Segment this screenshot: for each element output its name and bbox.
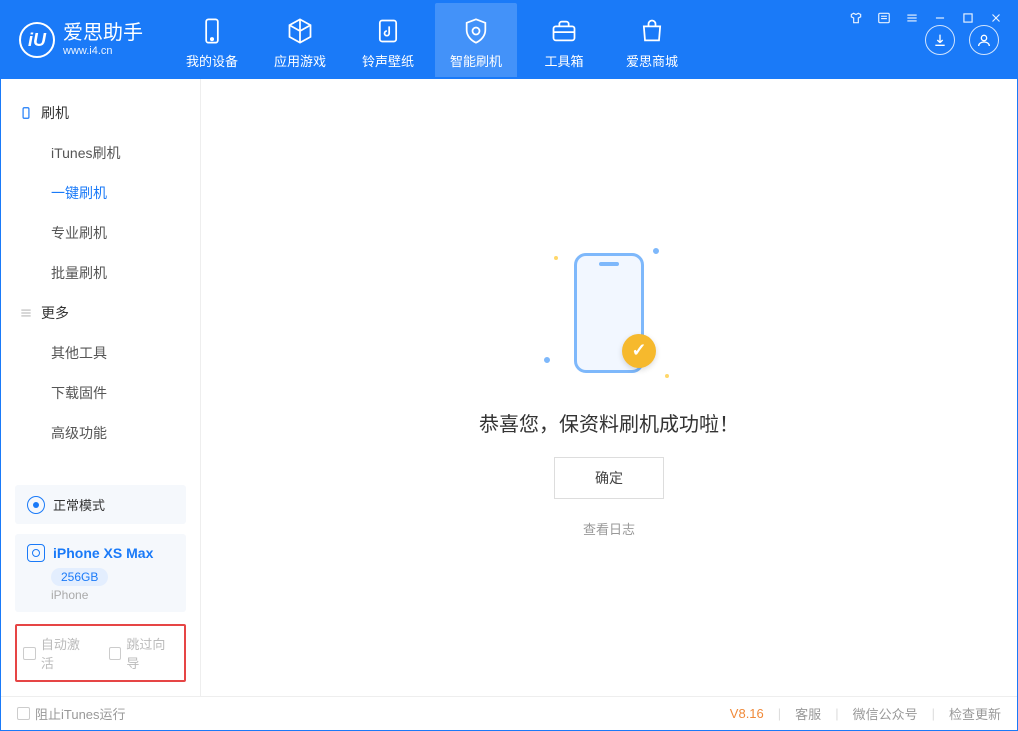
- customer-service-link[interactable]: 客服: [795, 704, 821, 723]
- success-illustration: ✓: [534, 238, 684, 388]
- maximize-icon[interactable]: [961, 11, 975, 28]
- view-log-link[interactable]: 查看日志: [583, 519, 635, 538]
- nav-label: 爱思商城: [626, 51, 678, 70]
- sidebar-item-oneclick-flash[interactable]: 一键刷机: [1, 173, 200, 213]
- device-icon: [19, 106, 33, 120]
- list-icon[interactable]: [877, 11, 891, 28]
- checkbox-label: 阻止iTunes运行: [35, 704, 126, 723]
- highlighted-options: 自动激活 跳过向导: [15, 624, 186, 682]
- brand: iU 爱思助手 www.i4.cn: [19, 22, 143, 58]
- check-badge-icon: ✓: [622, 334, 656, 368]
- checkbox-icon: [23, 647, 36, 660]
- device-type: iPhone: [51, 588, 174, 602]
- brand-title: 爱思助手: [63, 22, 143, 45]
- sparkle-icon: [554, 256, 558, 260]
- checkbox-skip-guide[interactable]: 跳过向导: [109, 634, 179, 672]
- nav-label: 工具箱: [544, 51, 583, 70]
- checkbox-icon: [17, 707, 30, 720]
- mode-label: 正常模式: [53, 495, 105, 514]
- sparkle-icon: [665, 374, 669, 378]
- phone-icon: [198, 17, 226, 45]
- nav-ringtones[interactable]: 铃声壁纸: [347, 3, 429, 77]
- bag-icon: [638, 17, 666, 45]
- sidebar-item-itunes-flash[interactable]: iTunes刷机: [1, 133, 200, 173]
- check-update-link[interactable]: 检查更新: [949, 704, 1001, 723]
- sidebar-item-batch-flash[interactable]: 批量刷机: [1, 253, 200, 293]
- brand-logo-icon: iU: [19, 22, 55, 58]
- mode-card[interactable]: 正常模式: [15, 485, 186, 524]
- music-file-icon: [374, 17, 402, 45]
- sparkle-icon: [543, 355, 551, 363]
- sidebar-section-flash: 刷机: [1, 93, 200, 133]
- version-label: V8.16: [730, 706, 764, 721]
- statusbar: 阻止iTunes运行 V8.16 | 客服 | 微信公众号 | 检查更新: [1, 696, 1017, 730]
- close-icon[interactable]: [989, 11, 1003, 28]
- sidebar-item-other-tools[interactable]: 其他工具: [1, 333, 200, 373]
- section-label: 更多: [41, 303, 69, 323]
- brand-subtitle: www.i4.cn: [63, 45, 143, 58]
- checkbox-auto-activate[interactable]: 自动激活: [23, 634, 93, 672]
- section-label: 刷机: [41, 103, 69, 123]
- menu-icon[interactable]: [905, 11, 919, 28]
- nav-label: 应用游戏: [274, 51, 326, 70]
- more-icon: [19, 306, 33, 320]
- nav-my-device[interactable]: 我的设备: [171, 3, 253, 77]
- sparkle-icon: [652, 246, 660, 254]
- nav-smart-flash[interactable]: 智能刷机: [435, 3, 517, 77]
- user-icon: [976, 32, 992, 48]
- device-icon: [27, 544, 45, 562]
- refresh-shield-icon: [462, 17, 490, 45]
- nav-label: 铃声壁纸: [362, 51, 414, 70]
- sidebar: 刷机 iTunes刷机 一键刷机 专业刷机 批量刷机 更多 其他工具 下载固件 …: [1, 79, 201, 696]
- nav-store[interactable]: 爱思商城: [611, 3, 693, 77]
- window-controls: [849, 11, 1003, 28]
- shirt-icon[interactable]: [849, 11, 863, 28]
- toolbox-icon: [550, 17, 578, 45]
- nav-label: 智能刷机: [450, 51, 502, 70]
- storage-badge: 256GB: [51, 568, 108, 586]
- checkbox-icon: [109, 647, 122, 660]
- header-right: [925, 25, 999, 55]
- success-message: 恭喜您，保资料刷机成功啦！: [479, 408, 739, 437]
- app-window: iU 爱思助手 www.i4.cn 我的设备 应用游戏 铃声壁纸 智能刷机: [0, 0, 1018, 731]
- sidebar-item-pro-flash[interactable]: 专业刷机: [1, 213, 200, 253]
- main-nav: 我的设备 应用游戏 铃声壁纸 智能刷机 工具箱 爱思商城: [171, 3, 693, 77]
- download-button[interactable]: [925, 25, 955, 55]
- sidebar-item-advanced[interactable]: 高级功能: [1, 413, 200, 453]
- sidebar-section-more: 更多: [1, 293, 200, 333]
- nav-label: 我的设备: [186, 51, 238, 70]
- download-icon: [932, 32, 948, 48]
- device-name: iPhone XS Max: [53, 545, 153, 561]
- mode-icon: [27, 496, 45, 514]
- nav-apps-games[interactable]: 应用游戏: [259, 3, 341, 77]
- minimize-icon[interactable]: [933, 11, 947, 28]
- sidebar-item-download-firmware[interactable]: 下载固件: [1, 373, 200, 413]
- checkbox-label: 跳过向导: [126, 634, 178, 672]
- wechat-link[interactable]: 微信公众号: [853, 704, 918, 723]
- nav-toolbox[interactable]: 工具箱: [523, 3, 605, 77]
- device-card[interactable]: iPhone XS Max 256GB iPhone: [15, 534, 186, 612]
- checkbox-label: 自动激活: [41, 634, 93, 672]
- checkbox-block-itunes[interactable]: 阻止iTunes运行: [17, 704, 126, 723]
- main-content: ✓ 恭喜您，保资料刷机成功啦！ 确定 查看日志: [201, 79, 1017, 696]
- cube-icon: [286, 17, 314, 45]
- confirm-button[interactable]: 确定: [554, 457, 664, 499]
- account-button[interactable]: [969, 25, 999, 55]
